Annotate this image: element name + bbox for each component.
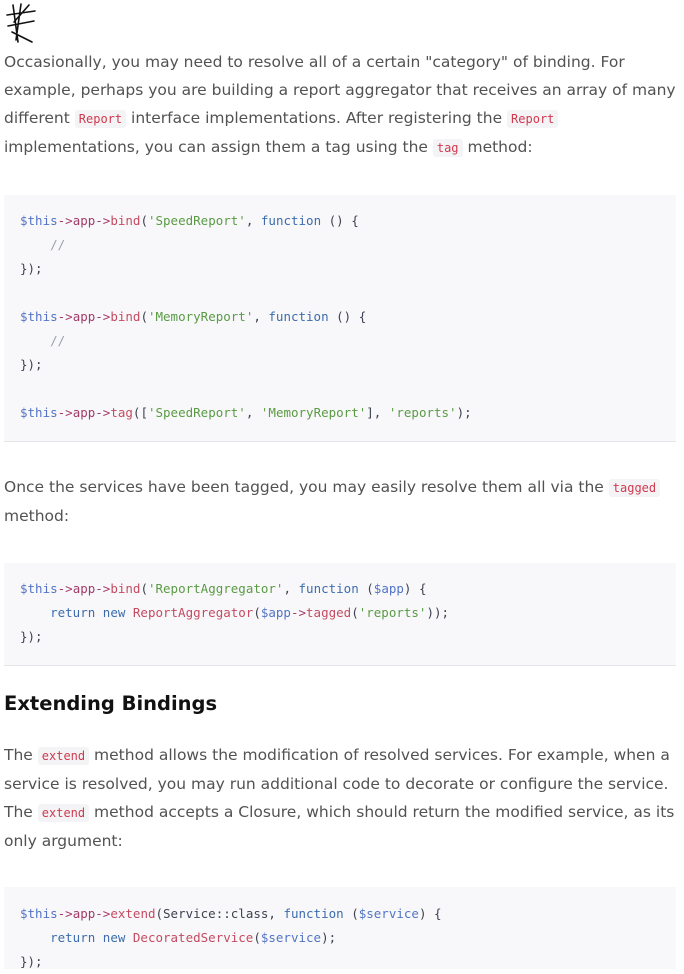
inline-code: Report [74,110,127,128]
paragraph-tagging-intro: Occasionally, you may need to resolve al… [4,53,676,157]
inline-code: extend [37,804,90,822]
code-block-tag: $this->app->bind('SpeedReport', function… [4,195,676,442]
code-block-tagged: $this->app->bind('ReportAggregator', fun… [4,563,676,666]
section-heading: Extending Bindings [4,692,218,715]
inline-code: Report [507,110,559,128]
paragraph-extend: The extend method allows the modificatio… [4,746,675,850]
paragraph-tagged: Once the services have been tagged, you … [4,473,676,530]
scribble-logo-icon [4,2,38,46]
inline-code: tag [432,139,463,157]
inline-code: tagged [608,479,661,497]
code-block-extend: $this->app->extend(Service::class, funct… [4,887,676,969]
inline-code: extend [37,747,90,765]
